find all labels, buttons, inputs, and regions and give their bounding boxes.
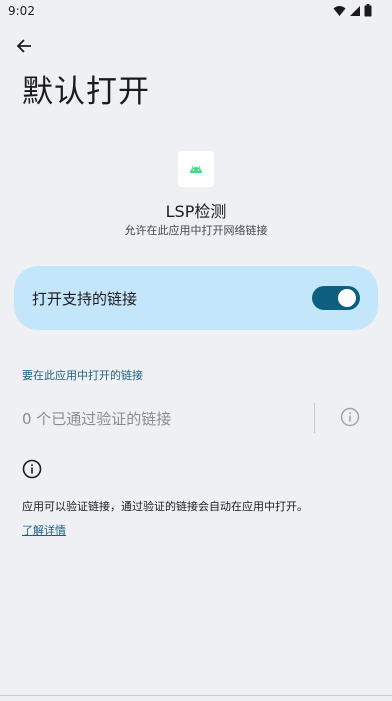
android-icon [190,165,202,173]
page-title: 默认打开 [22,74,150,110]
verified-links-count: 0 个已通过验证的链接 [22,410,172,428]
battery-icon [364,4,372,17]
open-supported-links-card[interactable]: 打开支持的链接 [14,266,378,330]
app-subtitle: 允许在此应用中打开网络链接 [124,224,268,237]
app-name: LSP检测 [165,202,227,221]
info-icon[interactable] [340,407,360,427]
verified-links-row[interactable]: 0 个已通过验证的链接 [0,400,392,436]
status-time: 9:02 [8,4,35,18]
footer-description: 应用可以验证链接，通过验证的链接会自动在应用中打开。 [22,500,308,513]
open-supported-links-label: 打开支持的链接 [32,290,138,308]
links-section-header: 要在此应用中打开的链接 [22,369,143,382]
switch-thumb [338,289,356,307]
app-icon [178,151,214,187]
open-supported-links-switch[interactable] [312,286,360,310]
info-icon [22,459,42,479]
divider [314,403,315,433]
back-button[interactable] [12,34,36,58]
learn-more-link[interactable]: 了解详情 [22,522,66,538]
status-icons [333,4,372,17]
navigation-bar [0,695,392,696]
signal-icon [350,5,360,16]
status-bar: 9:02 [0,0,392,24]
wifi-icon [333,5,346,16]
arrow-back-icon [16,39,31,53]
